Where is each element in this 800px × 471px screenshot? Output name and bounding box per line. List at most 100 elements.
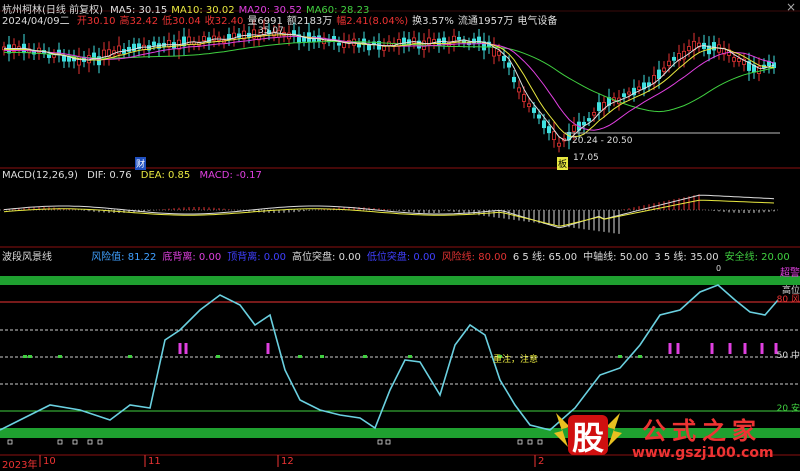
wave-field-4: 低位突盘: 0.00 <box>366 252 436 263</box>
date-m12: 12 <box>281 456 294 467</box>
wave-field-1: 底背离: 0.00 <box>162 252 222 263</box>
bottom-marker <box>385 439 391 445</box>
wave-top-marker: 0 <box>716 264 722 273</box>
bottom-marker <box>57 439 63 445</box>
cai-marker: 财 <box>135 157 147 170</box>
candle-body <box>667 60 672 67</box>
site-watermark: 股 公式之家 www.gszj100.com <box>548 407 800 467</box>
bottom-marker <box>87 439 93 445</box>
ban-marker: 板 <box>557 157 569 170</box>
candle-body <box>587 118 592 122</box>
bottom-marker <box>377 439 383 445</box>
candle-body <box>151 41 156 46</box>
macd-header: MACD(12,26,9) DIF: 0.76 DEA: 0.85 MACD: … <box>2 170 268 181</box>
candle-body <box>737 58 742 62</box>
macd-histogram <box>3 194 775 234</box>
bottom-marker <box>527 439 533 445</box>
chart-canvas <box>0 10 800 467</box>
candle-body <box>672 56 677 61</box>
wave-values: 风险值: 81.22 底背离: 0.00 顶背离: 0.00 高位突盘: 0.00 低位… <box>91 252 796 263</box>
candle-body <box>522 94 527 102</box>
candle-body <box>582 121 587 126</box>
ohlc-value-7: 换3.57% <box>412 16 454 27</box>
candle-body <box>491 46 496 57</box>
macd-params: MACD(12,26,9) <box>2 170 78 181</box>
dea-value: DEA: 0.85 <box>140 170 191 181</box>
candle-body <box>557 142 562 147</box>
high-price-label: 35.07 <box>258 26 284 36</box>
right-label-2: 80 风 <box>776 295 800 305</box>
wave-field-6: 6 5 线: 65.00 <box>512 252 578 263</box>
candle-body <box>62 55 67 62</box>
divergence-mark <box>728 343 732 354</box>
candle-body <box>712 42 717 51</box>
wave-field-5: 风险线: 80.00 <box>441 252 507 263</box>
candle-body <box>592 112 597 116</box>
candle-body <box>547 126 552 134</box>
candle-body <box>506 62 511 68</box>
candle-body <box>537 114 542 119</box>
candle-body <box>201 36 206 42</box>
candle-body <box>532 107 537 113</box>
date-m2: 2 <box>538 456 545 467</box>
wave-field-2: 顶背离: 0.00 <box>227 252 287 263</box>
candle-body <box>336 42 341 46</box>
close-icon[interactable]: × <box>786 0 796 14</box>
bottom-marker <box>7 439 13 445</box>
low-price-label: 17.05 <box>573 153 599 163</box>
range-label: 20.24 - 20.50 <box>572 136 633 146</box>
candle-body <box>732 57 737 62</box>
candle-body <box>542 120 547 129</box>
candle-body <box>662 67 667 72</box>
wave-field-3: 高位突盘: 0.00 <box>292 252 361 263</box>
signal-dot <box>58 355 62 358</box>
candle-body <box>501 56 506 62</box>
wave-note: 重注，注意 <box>493 355 539 365</box>
candle-body <box>512 76 517 83</box>
candle-body <box>441 37 446 44</box>
candle-body <box>517 87 522 93</box>
ohlc-value-1: 高32.42 <box>119 16 159 27</box>
divergence-mark <box>184 343 188 354</box>
signal-dot <box>216 355 220 358</box>
divergence-mark <box>266 343 270 354</box>
candle-body <box>687 46 692 52</box>
ohlc-value-3: 收32.40 <box>204 16 244 27</box>
ohlc-header: 2024/04/09二 开30.10 高32.42 低30.04 收32.40 量699… <box>2 12 565 27</box>
ohlc-value-9: 电气设备 <box>517 16 558 27</box>
divergence-mark <box>668 343 672 354</box>
dif-value: DIF: 0.76 <box>87 170 132 181</box>
wave-field-0: 风险值: 81.22 <box>91 252 157 263</box>
candle-body <box>171 42 176 49</box>
right-label-3: 50 中 <box>776 351 800 361</box>
signal-dot <box>298 355 302 358</box>
candle-body <box>366 44 371 51</box>
signal-dot <box>363 355 367 358</box>
wave-header: 波段风景线 风险值: 81.22 底背离: 0.00 顶背离: 0.00 高位突盘: … <box>2 248 800 263</box>
candle-body <box>552 131 557 141</box>
wave-field-8: 3 5 线: 35.00 <box>654 252 719 263</box>
logo-url: www.gszj100.com <box>632 445 774 461</box>
candle-body <box>622 93 627 97</box>
divergence-mark <box>178 343 182 354</box>
candle-body <box>637 86 642 90</box>
macd-value: MACD: -0.17 <box>199 170 262 181</box>
wave-field-7: 中轴线: 50.00 <box>583 252 649 263</box>
ohlc-value-0: 开30.10 <box>76 16 116 27</box>
bottom-marker <box>97 439 103 445</box>
signal-dot <box>320 355 324 358</box>
bottom-marker <box>537 439 543 445</box>
candle-body <box>527 103 532 108</box>
divergence-mark <box>760 343 764 354</box>
candle-body <box>597 102 602 111</box>
signal-dot <box>23 355 27 358</box>
candle-body <box>301 37 306 42</box>
top-band <box>0 276 800 285</box>
candle-body <box>411 37 416 44</box>
wave-name: 波段风景线 <box>2 252 52 263</box>
bar-date: 2024/04/09二 <box>2 16 70 27</box>
date-year: 2023年 <box>2 460 38 471</box>
ohlc-values: 开30.10 高32.42 低30.04 收32.40 量6991 额2183万 幅2.41… <box>77 16 562 27</box>
divergence-mark <box>743 343 747 354</box>
signal-dot <box>28 355 32 358</box>
